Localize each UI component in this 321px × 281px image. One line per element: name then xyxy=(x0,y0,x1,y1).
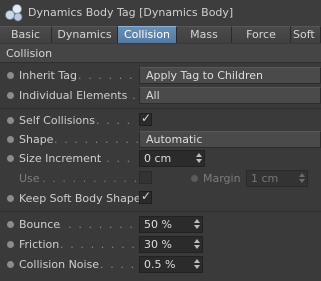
individual-elements-dropdown[interactable]: All xyxy=(139,87,321,104)
shape-label: Shape xyxy=(19,133,54,146)
tab-soft-body[interactable]: Soft B xyxy=(291,26,321,57)
label-leader: . . xyxy=(122,89,138,102)
tab-dynamics[interactable]: Dynamics xyxy=(52,26,118,43)
checkmark-icon: ✓ xyxy=(141,189,152,203)
bounce-value: 50 % xyxy=(144,218,172,231)
self-collisions-row: Self Collisions . . . . . . ✓ xyxy=(0,111,321,130)
size-increment-label: Size Increment xyxy=(19,152,102,165)
tab-basic[interactable]: Basic xyxy=(0,26,52,43)
friction-input[interactable]: 30 % xyxy=(139,236,203,253)
inherit-tag-dropdown[interactable]: Apply Tag to Children xyxy=(139,67,321,84)
margin-value: 1 cm xyxy=(251,172,279,185)
label-leader: . . . . . . . . . . . . . xyxy=(60,238,138,251)
tab-mass[interactable]: Mass xyxy=(177,26,232,43)
stepper-arrows-icon[interactable] xyxy=(196,153,202,164)
label-leader: . . . . . . xyxy=(96,114,138,127)
tab-force[interactable]: Force xyxy=(232,26,291,43)
animate-dot-icon[interactable] xyxy=(7,241,14,248)
label-leader: . . . . . . . xyxy=(96,152,138,165)
stepper-arrows-icon[interactable] xyxy=(194,259,200,270)
animate-dot-icon[interactable] xyxy=(7,221,14,228)
use-checkbox[interactable] xyxy=(139,171,152,184)
stepper-arrows-icon[interactable] xyxy=(194,219,200,230)
friction-row: Friction . . . . . . . . . . . . . 30 % xyxy=(0,235,321,254)
animate-dot-icon[interactable] xyxy=(7,261,14,268)
size-increment-value: 0 cm xyxy=(144,152,172,165)
collision-noise-value: 0.5 % xyxy=(144,258,176,271)
size-increment-row: Size Increment . . . . . . . 0 cm xyxy=(0,149,321,168)
bounce-label: Bounce xyxy=(19,218,61,231)
friction-value: 30 % xyxy=(144,238,172,251)
checkmark-icon: ✓ xyxy=(141,111,152,125)
keep-soft-body-shape-row: Keep Soft Body Shape ✓ xyxy=(0,189,321,208)
animate-dot-icon[interactable] xyxy=(7,136,14,143)
label-leader: . . . . . . . . . . . . . . . xyxy=(42,172,138,185)
inherit-tag-row: Inherit Tag . . . . . . . . . . Apply Ta… xyxy=(0,66,321,85)
animate-dot-icon[interactable] xyxy=(7,92,14,99)
inherit-tag-label: Inherit Tag xyxy=(19,69,77,82)
section-header: Collision xyxy=(0,44,321,63)
margin-label: Margin xyxy=(203,172,241,185)
self-collisions-label: Self Collisions xyxy=(19,114,95,127)
collision-noise-label: Collision Noise xyxy=(19,258,100,271)
bounce-row: Bounce . . . . . . . . . . . . . 50 % xyxy=(0,215,321,234)
individual-elements-row: Individual Elements . . All xyxy=(0,86,321,105)
animate-dot-icon[interactable] xyxy=(7,72,14,79)
animate-dot-icon[interactable] xyxy=(7,155,14,162)
individual-elements-label: Individual Elements xyxy=(19,89,128,102)
window-title: Dynamics Body Tag [Dynamics Body] xyxy=(28,6,234,19)
label-leader: . . . . . . . . . . xyxy=(78,69,138,82)
stepper-arrows-icon[interactable] xyxy=(299,173,305,184)
title-bar: Dynamics Body Tag [Dynamics Body] xyxy=(0,0,321,26)
margin-input[interactable]: 1 cm xyxy=(246,170,308,187)
self-collisions-checkbox[interactable]: ✓ xyxy=(139,111,152,126)
tab-collision[interactable]: Collision xyxy=(118,26,177,43)
label-leader: . . . . . . . . . . . . . xyxy=(58,218,138,231)
size-increment-input[interactable]: 0 cm xyxy=(139,150,205,167)
keep-soft-body-shape-checkbox[interactable]: ✓ xyxy=(139,189,152,204)
divider xyxy=(0,211,321,212)
collision-noise-input[interactable]: 0.5 % xyxy=(139,256,203,273)
keep-soft-body-shape-label: Keep Soft Body Shape xyxy=(19,192,141,205)
shape-row: Shape . . . . . . . . . . . . . Automati… xyxy=(0,130,321,149)
use-label: Use xyxy=(19,172,40,185)
label-leader: . . . . . . . . . . . . . xyxy=(54,133,138,146)
use-row: Use . . . . . . . . . . . . . . . Margin… xyxy=(0,169,321,188)
label-leader: . . . . . . xyxy=(100,258,138,271)
friction-label: Friction xyxy=(19,238,60,251)
tab-bar: Basic Dynamics Collision Mass Force Soft… xyxy=(0,26,321,57)
animate-dot-icon[interactable] xyxy=(7,117,14,124)
collision-noise-row: Collision Noise . . . . . . 0.5 % xyxy=(0,255,321,274)
stepper-arrows-icon[interactable] xyxy=(194,239,200,250)
bounce-input[interactable]: 50 % xyxy=(139,216,203,233)
dynamics-body-icon xyxy=(5,4,23,22)
animate-dot-icon[interactable] xyxy=(7,195,14,202)
divider xyxy=(0,108,321,109)
shape-dropdown[interactable]: Automatic xyxy=(139,131,321,148)
animate-dot-icon[interactable] xyxy=(191,175,198,182)
